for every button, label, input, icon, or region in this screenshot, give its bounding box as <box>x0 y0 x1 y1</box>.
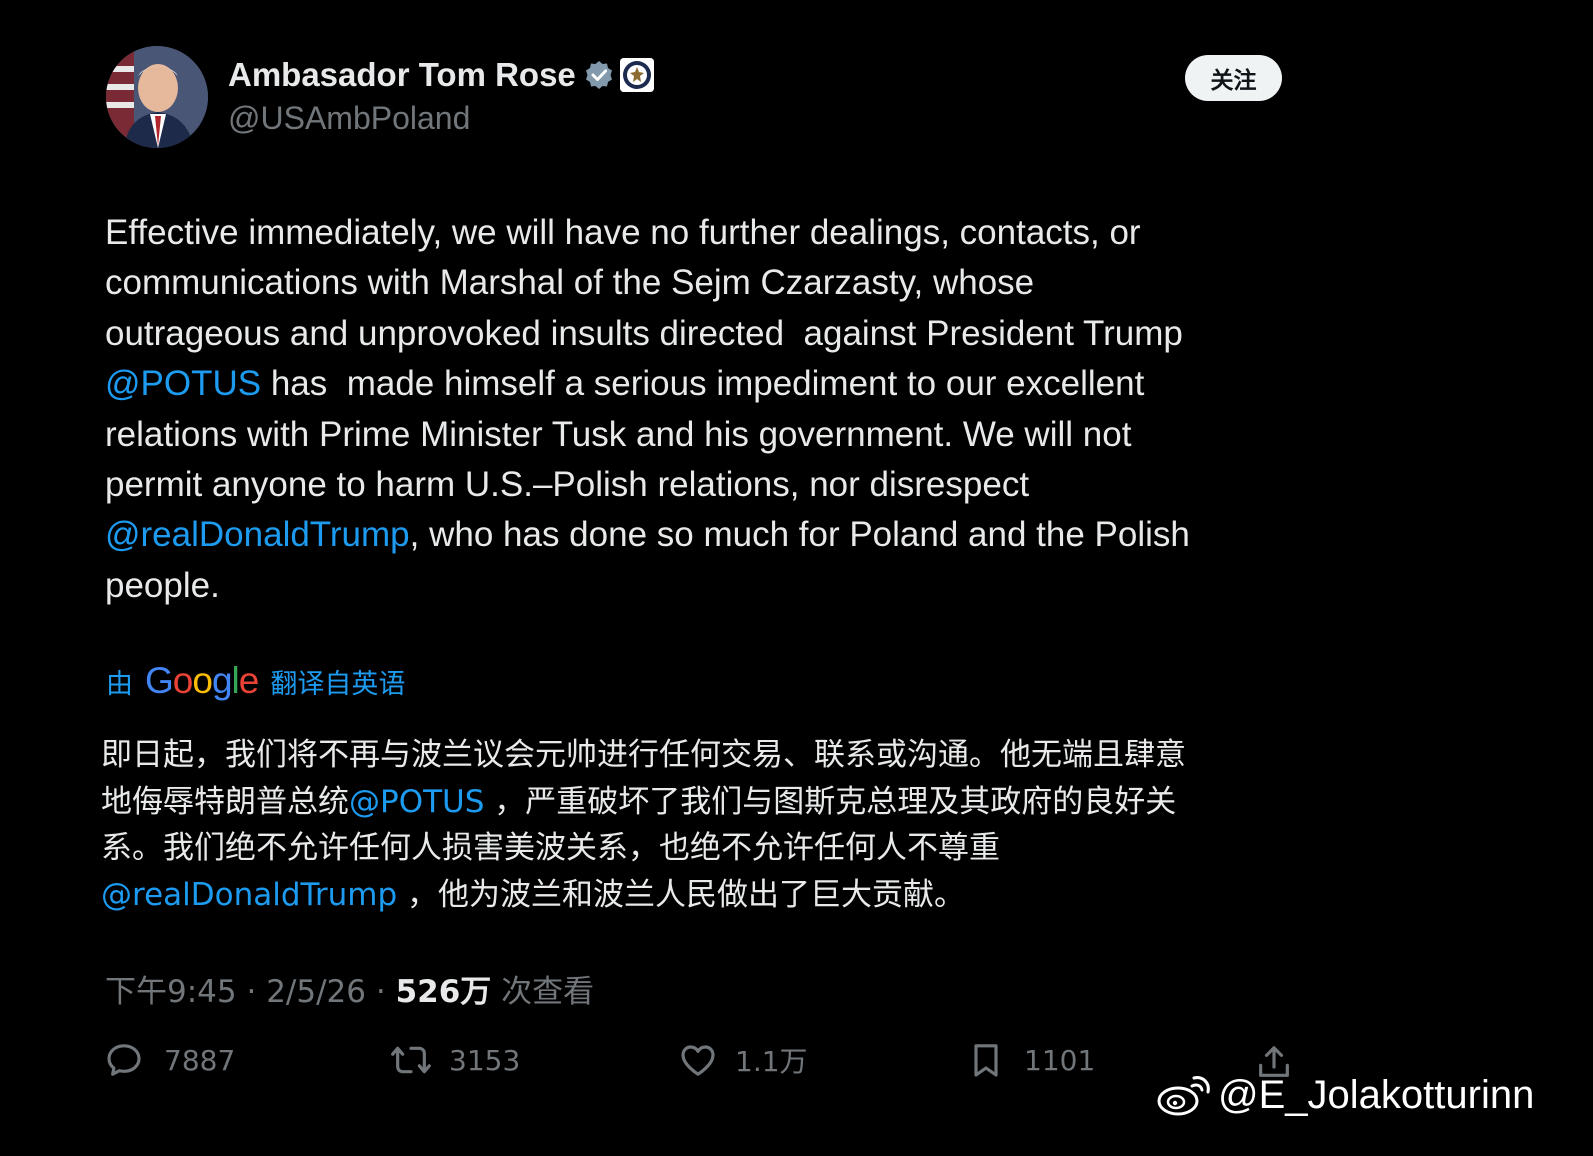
translated-text-segment: 地侮辱特朗普总统 <box>101 783 349 820</box>
tweet-text-line: Effective immediately, we will have no f… <box>105 208 1295 258</box>
tweet-text-line: relations with Prime Minister Tusk and h… <box>105 410 1295 460</box>
repost-count: 3153 <box>449 1043 521 1077</box>
mention-link[interactable]: @realDonaldTrump <box>105 515 410 554</box>
tweet-meta: 下午9:45 · 2/5/26 · 526万 次查看 <box>105 966 594 1011</box>
views-count: 526万 <box>395 974 492 1010</box>
repost-icon <box>391 1046 431 1074</box>
mention-link[interactable]: @POTUS <box>349 784 484 820</box>
avatar[interactable] <box>106 46 208 148</box>
google-logo-letter: o <box>172 660 194 701</box>
tweet-text-segment: communications with Marshal of the Sejm … <box>105 263 1035 303</box>
mention-link[interactable]: @realDonaldTrump <box>101 877 397 913</box>
verified-badge-icon[interactable] <box>584 60 614 90</box>
translated-text: 即日起，我们将不再与波兰议会元帅进行任何交易、联系或沟通。他无端且肆意 地侮辱特朗… <box>101 732 1301 918</box>
google-logo-letter: l <box>231 660 240 701</box>
like-count: 1.1万 <box>735 1045 808 1078</box>
translated-from-label: 翻译自英语 <box>270 669 406 700</box>
tweet-text-line: communications with Marshal of the Sejm … <box>105 258 1295 308</box>
translated-text-line: 系。我们绝不允许任何人损害美波关系，也绝不允许任何人不尊重 <box>101 825 1301 872</box>
tweet-text-segment: people. <box>105 565 220 605</box>
bookmark-count: 1101 <box>1024 1043 1096 1077</box>
tweet-text-segment: Effective immediately, we will have no f… <box>105 213 1141 252</box>
translated-text-segment: ，他为波兰和波兰人民做出了巨大贡献。 <box>397 876 966 913</box>
reply-icon <box>107 1044 141 1076</box>
reply-count: 7887 <box>164 1043 236 1077</box>
tweet-text-line: permit anyone to harm U.S.–Polish relati… <box>105 460 1295 510</box>
tweet-text-segment: permit anyone to harm U.S.–Polish relati… <box>105 465 1030 505</box>
tweet-text-line: outrageous and unprovoked insults direct… <box>105 309 1295 359</box>
google-logo-letter: G <box>145 660 174 701</box>
google-logo-letter: o <box>192 660 213 701</box>
mention-link[interactable]: @POTUS <box>105 364 261 403</box>
tweet-text-segment: has made himself a serious impediment to… <box>261 364 1145 404</box>
post-date[interactable]: 2/5/26 <box>266 974 366 1010</box>
tweet-text: Effective immediately, we will have no f… <box>105 208 1295 611</box>
weibo-watermark: @E_Jolakotturinn <box>1156 1073 1534 1118</box>
translated-text-line: 即日起，我们将不再与波兰议会元帅进行任何交易、联系或沟通。他无端且肆意 <box>101 732 1301 779</box>
translated-by-label[interactable]: 由 Google 翻译自英语 <box>106 660 405 702</box>
tweet-text-segment: relations with Prime Minister Tusk and h… <box>105 414 1132 454</box>
watermark-text: @E_Jolakotturinn <box>1218 1073 1535 1117</box>
repost-button[interactable]: 3153 <box>389 1040 520 1080</box>
meta-separator: · <box>375 974 396 1010</box>
post-time[interactable]: 下午9:45 <box>105 974 237 1010</box>
translated-text-segment: 即日起，我们将不再与波兰议会元帅进行任何交易、联系或沟通。他无端且肆意 <box>101 737 1186 773</box>
translated-text-segment: 系。我们绝不允许任何人损害美波关系，也绝不允许任何人不尊重 <box>101 830 1000 866</box>
views-label: 次查看 <box>501 974 595 1010</box>
translated-text-segment: ，严重破坏了我们与图斯克总理及其政府的良好关 <box>484 783 1177 820</box>
tweet-text-segment: outrageous and unprovoked insults direct… <box>105 313 1183 353</box>
like-button[interactable]: 1.1万 <box>678 1040 808 1080</box>
tweet-text-line: @realDonaldTrump, who has done so much f… <box>105 510 1295 560</box>
tweet-text-segment: , who has done so much for Poland and th… <box>409 515 1190 555</box>
weibo-icon <box>1157 1075 1210 1115</box>
author-name-row[interactable]: Ambasador Tom Rose <box>228 56 654 94</box>
tweet-text-line: people. <box>105 561 1295 611</box>
translated-text-line: 地侮辱特朗普总统@POTUS ，严重破坏了我们与图斯克总理及其政府的良好关 <box>101 779 1301 826</box>
bookmark-icon <box>974 1044 998 1077</box>
tweet-text-line: @POTUS has made himself a serious impedi… <box>105 359 1295 409</box>
follow-button[interactable]: 关注 <box>1185 55 1282 101</box>
author-display-name[interactable]: Ambasador Tom Rose <box>228 56 576 94</box>
meta-separator: · <box>246 974 267 1010</box>
us-department-of-state-seal-icon[interactable] <box>619 58 654 92</box>
bookmark-button[interactable]: 1101 <box>966 1040 1095 1080</box>
heart-icon <box>681 1045 715 1076</box>
reply-button[interactable]: 7887 <box>104 1040 235 1080</box>
translated-by-prefix: 由 <box>106 669 133 700</box>
google-logo-letter: e <box>238 660 260 701</box>
translated-text-line: @realDonaldTrump ，他为波兰和波兰人民做出了巨大贡献。 <box>101 872 1301 919</box>
google-logo-letter: g <box>211 660 233 701</box>
google-logo: Google <box>145 660 260 702</box>
author-handle[interactable]: @USAmbPoland <box>228 100 470 137</box>
